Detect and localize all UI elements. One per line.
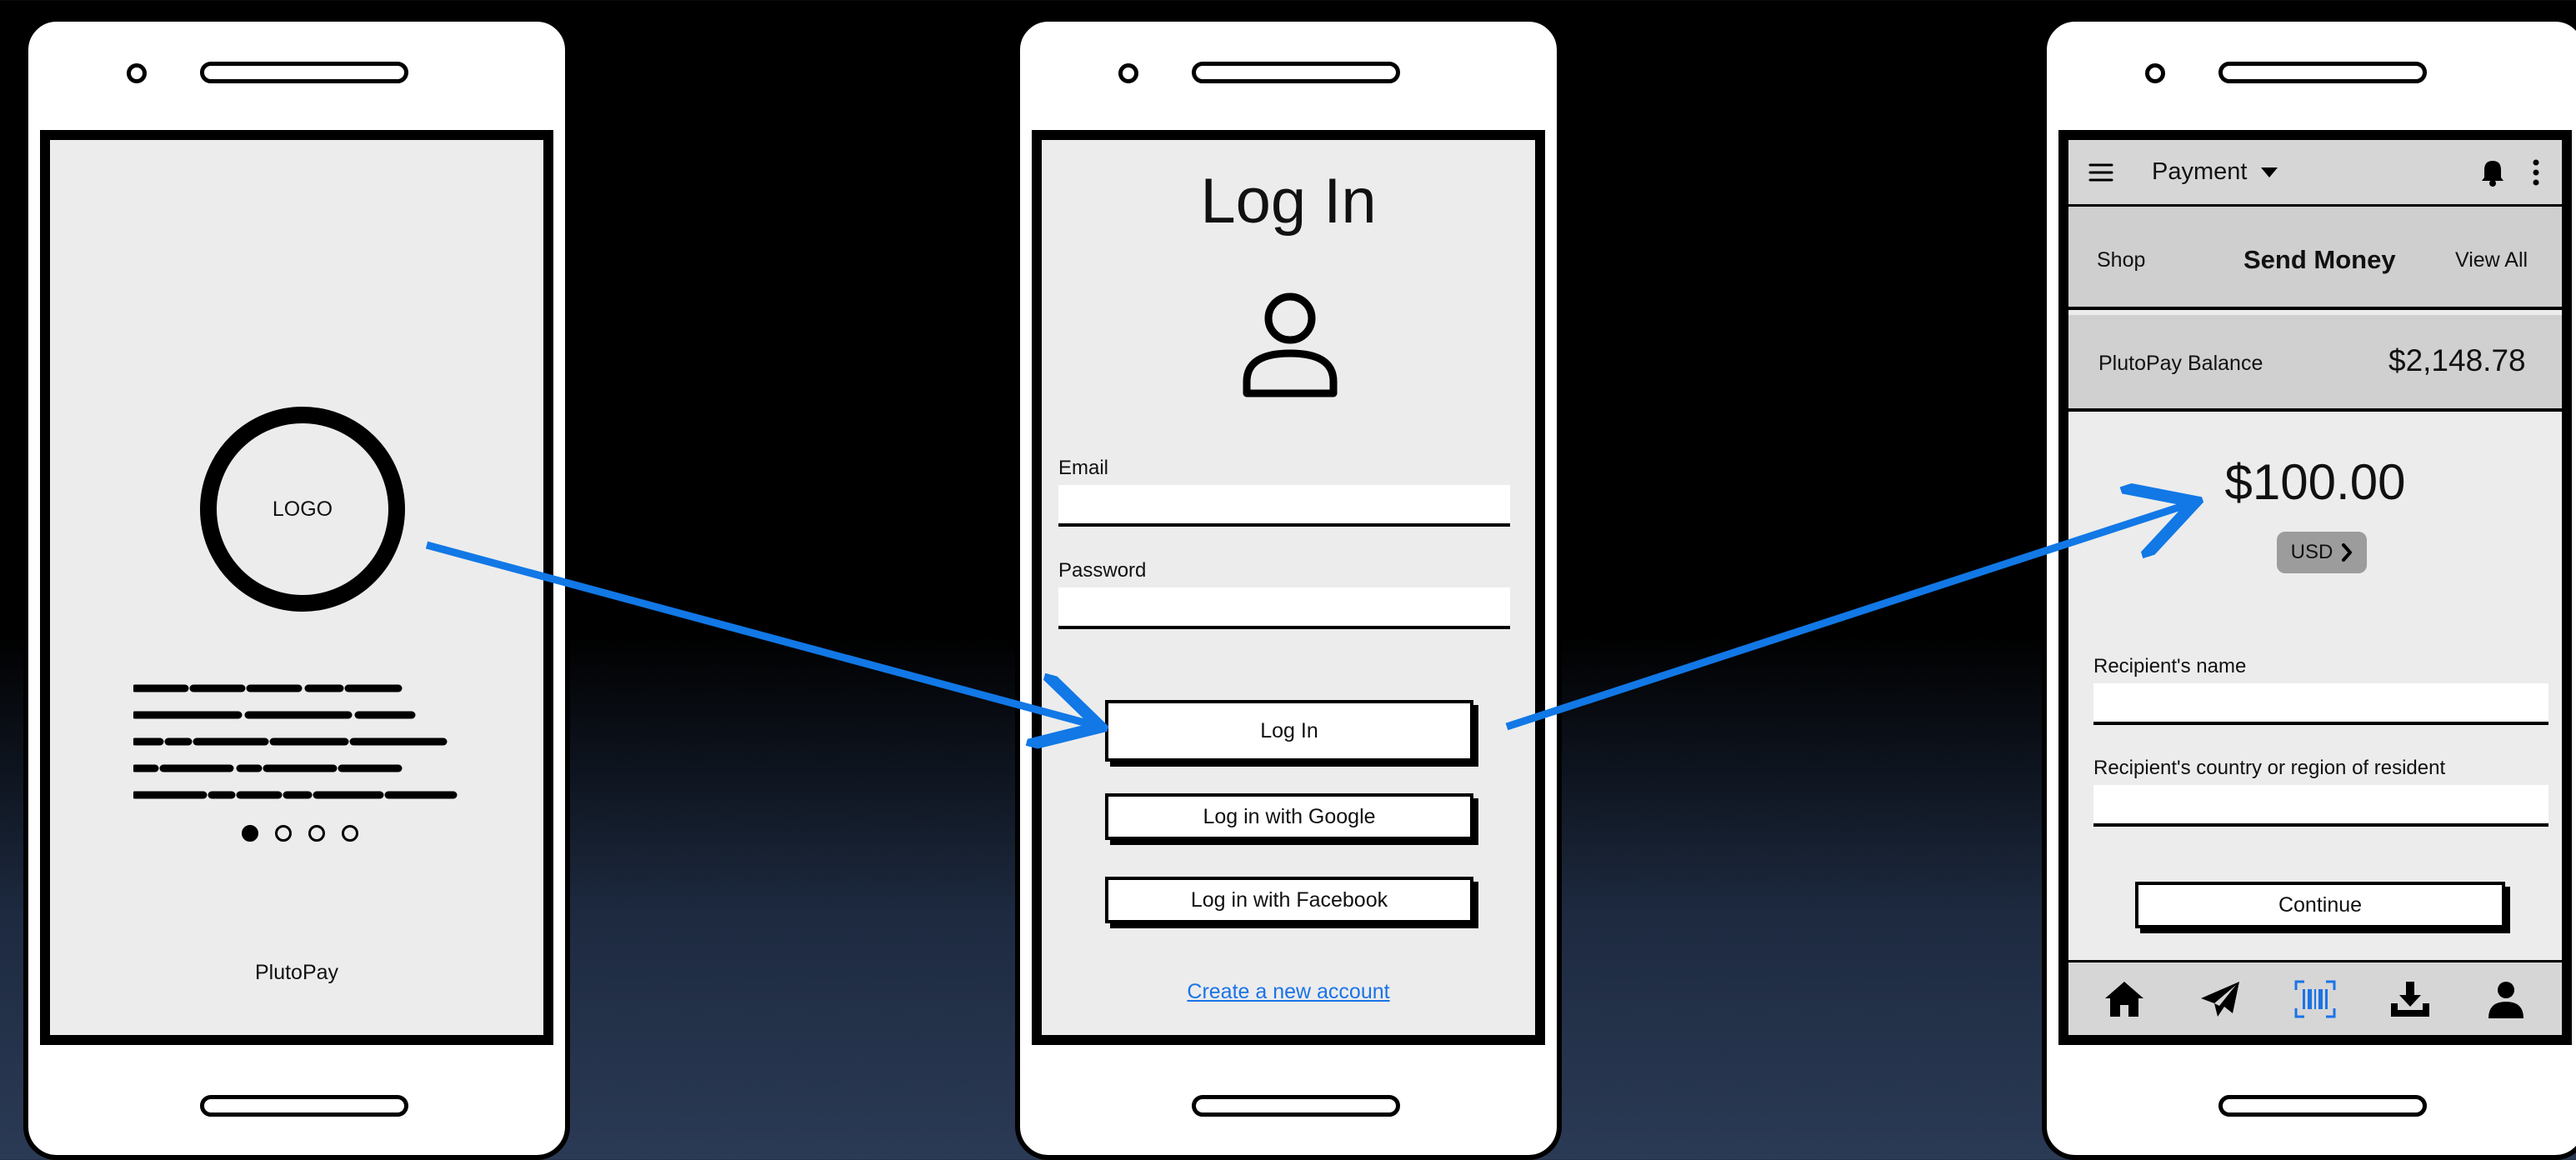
user-avatar-icon [1243, 292, 1338, 398]
email-label: Email [1058, 457, 1109, 479]
brand-name: PlutoPay [254, 961, 339, 984]
currency-selector[interactable]: USD [2277, 532, 2367, 573]
chevron-down-icon [2261, 167, 2278, 178]
download-icon[interactable] [2388, 978, 2432, 1021]
profile-icon[interactable] [2484, 978, 2528, 1021]
send-icon[interactable] [2198, 978, 2242, 1021]
currency-label: USD [2290, 541, 2333, 563]
recipient-name-field[interactable] [2093, 683, 2548, 725]
login-button[interactable]: Log In [1105, 700, 1473, 762]
camera-icon [1118, 63, 1138, 83]
onboarding-screen: LOGO PlutoPay [40, 130, 553, 1045]
email-field[interactable] [1058, 485, 1510, 527]
placeholder-text-scribble [133, 684, 458, 799]
more-options-icon[interactable] [2530, 158, 2542, 187]
phone-onboarding: LOGO PlutoPay [23, 17, 570, 1160]
chevron-right-icon [2342, 543, 2353, 562]
header-title: Payment [2152, 158, 2248, 185]
carousel-dot[interactable] [308, 825, 325, 842]
password-label: Password [1058, 559, 1147, 582]
google-login-label: Log in with Google [1203, 804, 1376, 828]
bottom-navigation [2068, 960, 2562, 1035]
recipient-country-label: Recipient's country or region of residen… [2093, 757, 2446, 779]
tab-shop[interactable]: Shop [2097, 248, 2145, 272]
bell-icon[interactable] [2480, 158, 2505, 187]
facebook-login-button[interactable]: Log in with Facebook [1105, 877, 1473, 923]
carousel-dot-active[interactable] [242, 825, 258, 842]
tab-send-money[interactable]: Send Money [2243, 245, 2396, 275]
facebook-login-label: Log in with Facebook [1190, 888, 1388, 912]
recipient-name-label: Recipient's name [2093, 655, 2247, 678]
amount-display[interactable]: $100.00 [2068, 453, 2562, 511]
app-header: Payment [2068, 140, 2562, 207]
home-button[interactable] [2218, 1095, 2427, 1117]
continue-button[interactable]: Continue [2135, 882, 2505, 928]
carousel-indicator [242, 825, 358, 842]
home-icon[interactable] [2103, 978, 2146, 1021]
login-button-label: Log In [1260, 718, 1318, 742]
camera-icon [127, 63, 147, 83]
send-money-tabs: Shop Send Money View All [2068, 207, 2562, 310]
hamburger-menu-icon[interactable] [2088, 162, 2113, 183]
balance-row: PlutoPay Balance $2,148.78 [2068, 315, 2562, 412]
carousel-dot[interactable] [275, 825, 292, 842]
header-dropdown[interactable]: Payment [2152, 158, 2278, 186]
speaker-grille [2218, 62, 2427, 83]
payment-screen: Payment Shop Send Money View All PlutoPa… [2058, 130, 2572, 1045]
create-account-link[interactable]: Create a new account [1042, 980, 1535, 1004]
logo-placeholder: LOGO [200, 407, 405, 612]
speaker-grille [1192, 62, 1400, 83]
google-login-button[interactable]: Log in with Google [1105, 793, 1473, 840]
password-field[interactable] [1058, 588, 1510, 629]
barcode-icon[interactable] [2293, 978, 2337, 1021]
camera-icon [2145, 63, 2165, 83]
phone-login: Log In Email Password Log In Log in with… [1015, 17, 1562, 1160]
balance-value: $2,148.78 [2388, 343, 2526, 378]
carousel-dot[interactable] [342, 825, 358, 842]
continue-button-label: Continue [2278, 892, 2363, 917]
page-title: Log In [1200, 166, 1377, 237]
speaker-grille [200, 62, 408, 83]
home-button[interactable] [200, 1095, 408, 1117]
balance-label: PlutoPay Balance [2098, 352, 2263, 375]
logo-text: LOGO [272, 497, 333, 521]
home-button[interactable] [1192, 1095, 1400, 1117]
login-screen: Log In Email Password Log In Log in with… [1032, 130, 1545, 1045]
recipient-country-field[interactable] [2093, 785, 2548, 827]
tab-view-all[interactable]: View All [2455, 248, 2528, 272]
phone-payment: Payment Shop Send Money View All PlutoPa… [2042, 17, 2576, 1160]
